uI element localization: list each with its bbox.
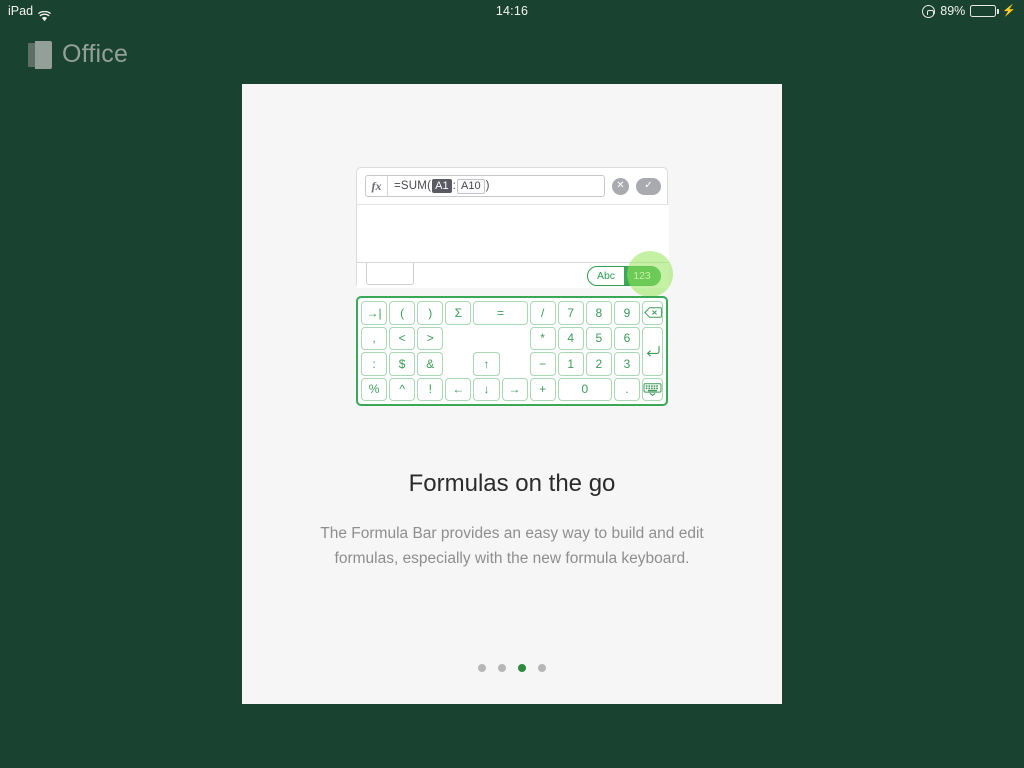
- office-logo-icon: [28, 40, 52, 69]
- key-close-paren[interactable]: ): [417, 301, 444, 325]
- page-dot-2[interactable]: [498, 664, 506, 672]
- key-9[interactable]: 9: [613, 301, 640, 325]
- page-dot-1[interactable]: [478, 664, 486, 672]
- key-open-paren[interactable]: (: [389, 301, 416, 325]
- lightning-bolt-icon: ⚡: [1002, 5, 1016, 17]
- page-title: Formulas on the go: [408, 470, 616, 497]
- key-equals[interactable]: =: [473, 301, 528, 325]
- excel-mock-app: fx =SUM( A1 : A10 ) ✕ ✓ Abc 123: [356, 167, 673, 297]
- key-period[interactable]: .: [613, 377, 640, 401]
- formula-ref-second: A10: [456, 178, 485, 194]
- key-exclamation[interactable]: !: [417, 377, 444, 401]
- formula-text: =SUM( A1 : A10 ): [388, 178, 490, 194]
- cancel-x-icon[interactable]: ✕: [612, 177, 629, 195]
- status-bar-right: 89% ⚡: [922, 0, 1016, 22]
- page-indicator[interactable]: [242, 664, 782, 672]
- key-2[interactable]: 2: [585, 352, 612, 376]
- formula-keyboard: →|() Σ =/7 8 9, < > * 4 5 6: $ & ↑ −1 2 3% ^! ← ↓ → +0.: [356, 296, 668, 406]
- key-8[interactable]: 8: [585, 301, 612, 325]
- formula-input[interactable]: fx =SUM( A1 : A10 ): [365, 175, 605, 197]
- key-tab[interactable]: →|: [361, 301, 388, 325]
- key-less-than[interactable]: <: [389, 326, 416, 350]
- key-comma[interactable]: ,: [361, 326, 388, 350]
- onboarding-card: fx =SUM( A1 : A10 ) ✕ ✓ Abc 123 →| () Σ…: [242, 84, 782, 704]
- key-7[interactable]: 7: [557, 301, 584, 325]
- key-3[interactable]: 3: [613, 352, 640, 376]
- key-multiply[interactable]: *: [529, 326, 556, 350]
- page-subtitle: The Formula Bar provides an easy way to …: [320, 525, 704, 567]
- rotation-lock-icon: [922, 4, 936, 18]
- key-0[interactable]: 0: [557, 377, 612, 401]
- key-percent[interactable]: %: [361, 377, 388, 401]
- office-brand-label: Office: [62, 40, 129, 68]
- key-colon[interactable]: :: [361, 352, 388, 376]
- key-arrow-down[interactable]: ↓: [473, 377, 500, 401]
- key-arrow-up[interactable]: ↑: [473, 352, 500, 376]
- formula-ref-separator: :: [452, 180, 456, 192]
- status-bar-clock: 14:16: [495, 4, 529, 18]
- battery-icon: [970, 5, 999, 17]
- spreadsheet-grid[interactable]: [357, 204, 669, 262]
- key-greater-than[interactable]: >: [417, 326, 444, 350]
- key-4[interactable]: 4: [557, 326, 584, 350]
- screen: iPad 14:16 89% ⚡ Office fx =SUM(A1: A1…: [0, 0, 1024, 768]
- key-divide[interactable]: /: [529, 301, 556, 325]
- battery-percent-label: 89%: [940, 4, 966, 18]
- formula-suffix: ): [485, 180, 490, 192]
- key-6[interactable]: 6: [613, 326, 640, 350]
- formula-prefix: =SUM(: [394, 180, 432, 192]
- office-brand: Office: [28, 40, 128, 69]
- key-arrow-left[interactable]: ←: [445, 377, 472, 401]
- toggle-option-123[interactable]: 123: [624, 267, 660, 285]
- key-hide-keyboard[interactable]: [642, 377, 663, 401]
- key-dollar[interactable]: $: [389, 352, 416, 376]
- page-dot-3[interactable]: [518, 664, 526, 672]
- key-5[interactable]: 5: [585, 326, 612, 350]
- confirm-check-icon[interactable]: ✓: [636, 177, 661, 195]
- keyboard-grid: →|() Σ =/7 8 9, < > * 4 5 6: $ & ↑ −1 2 3% ^! ← ↓ → +0.: [361, 301, 663, 401]
- keyboard-mode-toggle[interactable]: Abc 123: [587, 266, 661, 286]
- formula-bar-row: fx =SUM( A1 : A10 ) ✕ ✓: [357, 168, 669, 204]
- key-arrow-right[interactable]: →: [501, 377, 528, 401]
- formula-ref-selected: A1: [432, 179, 452, 193]
- key-backspace[interactable]: [642, 301, 663, 325]
- sheet-tab[interactable]: [366, 263, 414, 285]
- key-sigma[interactable]: Σ: [445, 301, 472, 325]
- key-ampersand[interactable]: &: [417, 352, 444, 376]
- sheet-tab-bar: Abc 123: [357, 251, 673, 297]
- status-bar: iPad 14:16 89% ⚡: [0, 0, 1024, 22]
- fx-icon: fx: [366, 176, 388, 196]
- key-minus[interactable]: −: [529, 352, 556, 376]
- page-dot-4[interactable]: [538, 664, 546, 672]
- toggle-option-abc[interactable]: Abc: [588, 267, 624, 285]
- key-enter[interactable]: [642, 326, 663, 376]
- key-caret[interactable]: ^: [389, 377, 416, 401]
- key-1[interactable]: 1: [557, 352, 584, 376]
- key-plus[interactable]: +: [529, 377, 556, 401]
